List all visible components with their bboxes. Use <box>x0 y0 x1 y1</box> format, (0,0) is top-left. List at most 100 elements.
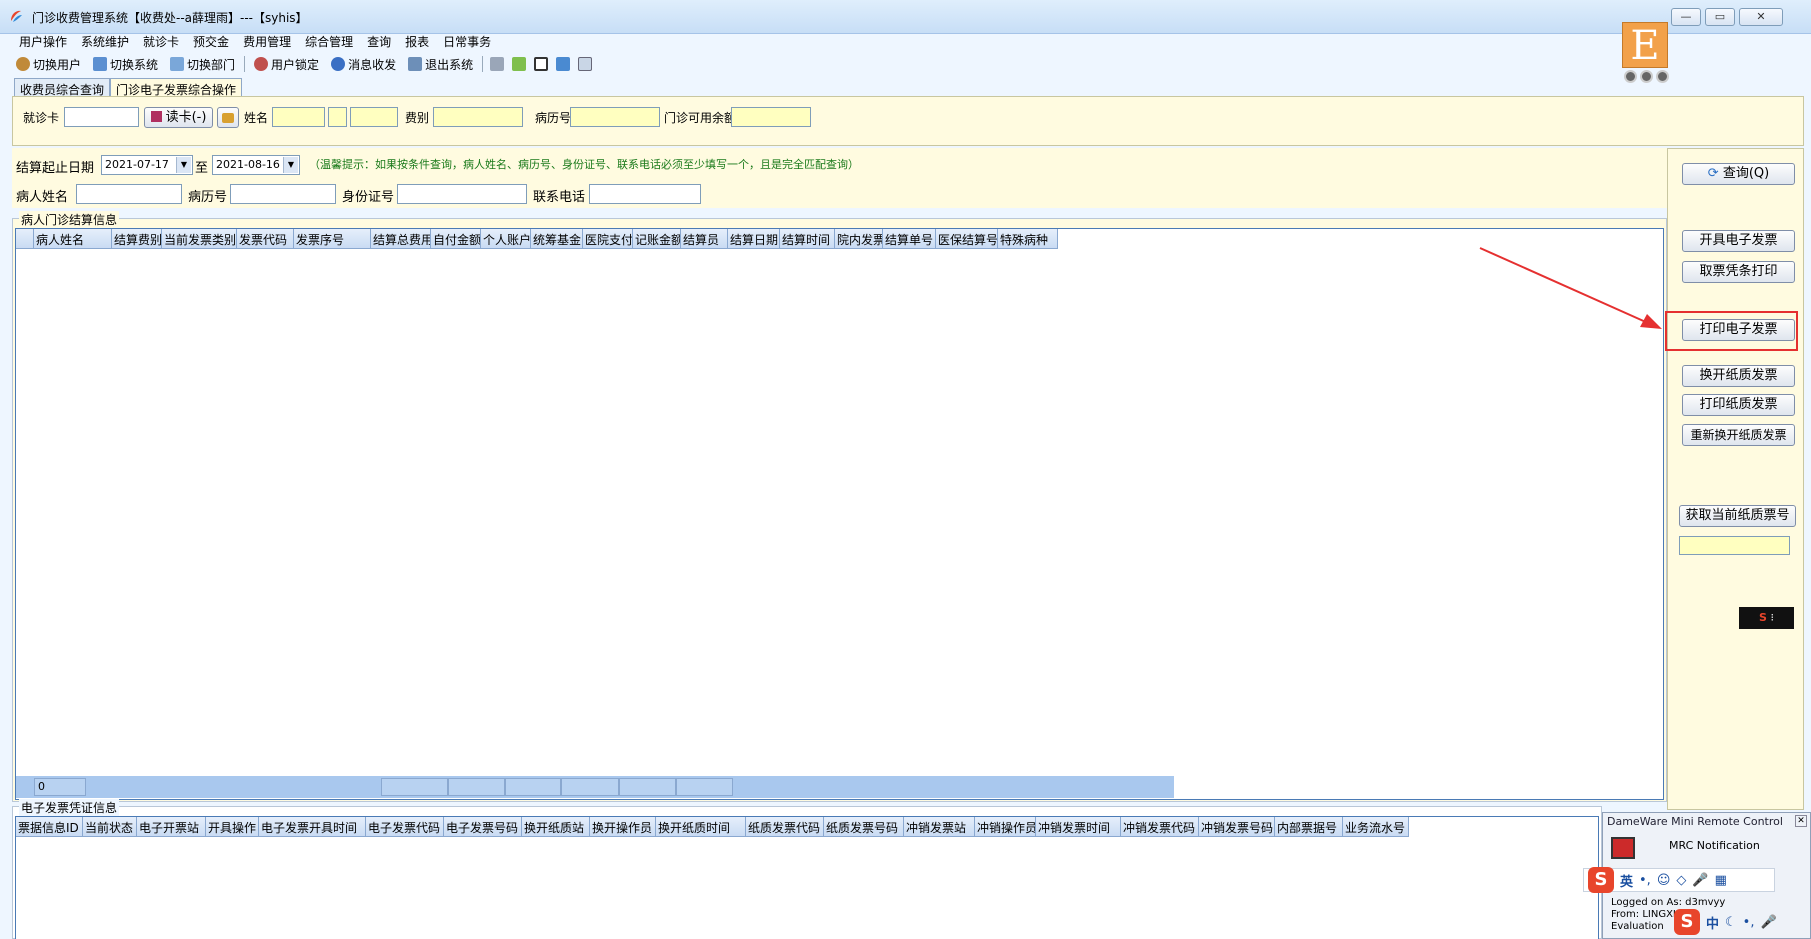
lock-user-button[interactable]: 用户锁定 <box>248 56 325 73</box>
switch-user-button[interactable]: 切换用户 <box>10 56 87 73</box>
einvoice-column-header[interactable]: 开具操作 <box>206 817 259 837</box>
menu-grid-icon[interactable]: ▦ <box>1715 873 1727 888</box>
skin-icon[interactable]: ◇ <box>1676 873 1686 888</box>
settlement-column-header[interactable]: 发票序号 <box>294 229 371 249</box>
settlement-column-header[interactable]: 统筹基金 <box>531 229 583 249</box>
settlement-column-header[interactable]: 发票代码 <box>237 229 294 249</box>
read-card-button[interactable]: 读卡(-) <box>144 107 213 128</box>
paper-no-field[interactable] <box>1679 536 1790 555</box>
einvoice-column-header[interactable]: 换开纸质时间 <box>656 817 746 837</box>
print-paper-button[interactable]: 打印纸质发票 <box>1682 394 1795 416</box>
switch-dept-button[interactable]: 切换部门 <box>164 56 241 73</box>
settlement-column-header[interactable]: 结算员 <box>681 229 728 249</box>
name-input[interactable] <box>272 107 325 127</box>
patient-name-input[interactable] <box>76 184 182 204</box>
mic-icon[interactable]: 🎤 <box>1692 873 1708 888</box>
einvoice-column-header[interactable]: 电子开票站 <box>137 817 206 837</box>
ime-status-toolbar[interactable]: S ⁝ <box>1739 607 1794 629</box>
settlement-column-header[interactable]: 自付金额 <box>431 229 481 249</box>
einvoice-column-header[interactable]: 冲销发票代码 <box>1121 817 1199 837</box>
einvoice-column-header[interactable]: 当前状态 <box>83 817 137 837</box>
emoji-icon[interactable]: ☺ <box>1657 873 1671 888</box>
settlement-column-header[interactable]: 结算总费用 <box>371 229 431 249</box>
menu-deposit[interactable]: 预交金 <box>186 30 236 52</box>
exit-button[interactable]: 退出系统 <box>402 56 479 73</box>
einvoice-grid[interactable]: 票据信息ID 当前状态 电子开票站 开具操作 电子发票开具时间 电子发票代码 电子发票号码换… <box>15 816 1599 939</box>
start-date-picker[interactable]: 2021-07-17 ▼ <box>101 155 193 175</box>
mic-icon[interactable]: 🎤 <box>1760 915 1776 930</box>
punctuation-icon[interactable]: •, <box>1639 873 1651 888</box>
print-voucher-button[interactable]: 取票凭条打印 <box>1682 261 1795 283</box>
chevron-down-icon[interactable]: ▼ <box>176 157 191 173</box>
settlement-column-header[interactable]: 医院支付 <box>583 229 633 249</box>
edit-icon[interactable] <box>490 57 505 71</box>
settlement-grid[interactable]: 病人姓名 结算费别 当前发票类别 发票代码 发票序号 结算总费用 自付金额 个人账户 统筹基金医… <box>15 228 1664 800</box>
settlement-column-header[interactable]: 个人账户 <box>481 229 531 249</box>
sogou-icon[interactable]: S <box>1588 867 1614 893</box>
menu-daily[interactable]: 日常事务 <box>436 30 498 52</box>
gender-input[interactable] <box>328 107 347 127</box>
ime-zh-toggle[interactable]: 中 <box>1706 913 1719 932</box>
settlement-column-header[interactable]: 医保结算号 <box>936 229 998 249</box>
einvoice-column-header[interactable]: 票据信息ID <box>16 817 83 837</box>
end-date-picker[interactable]: 2021-08-16 ▼ <box>212 155 300 175</box>
settlement-column-header[interactable]: 记账金额 <box>633 229 681 249</box>
tool-icon[interactable] <box>512 57 527 71</box>
settlement-column-header[interactable]: 院内发票 <box>835 229 883 249</box>
settlement-column-header[interactable]: 特殊病种 <box>998 229 1058 249</box>
minimize-button[interactable]: — <box>1671 8 1701 26</box>
swap-paper-button[interactable]: 换开纸质发票 <box>1682 365 1795 387</box>
sogou-icon[interactable]: S <box>1674 909 1700 935</box>
settlement-column-header[interactable]: 结算费别 <box>112 229 162 249</box>
issue-einvoice-button[interactable]: 开具电子发票 <box>1682 230 1795 252</box>
card-input[interactable] <box>64 107 139 127</box>
mrc-close-icon[interactable]: ✕ <box>1795 815 1807 827</box>
menu-system[interactable]: 系统维护 <box>74 30 136 52</box>
einvoice-column-header[interactable]: 电子发票代码 <box>366 817 444 837</box>
einvoice-column-header[interactable]: 纸质发票代码 <box>746 817 824 837</box>
menu-user-ops[interactable]: 用户操作 <box>12 30 74 52</box>
menu-query[interactable]: 查询 <box>360 30 398 52</box>
reswap-paper-button[interactable]: 重新换开纸质发票 <box>1682 424 1795 446</box>
menu-card[interactable]: 就诊卡 <box>136 30 186 52</box>
clear-button[interactable] <box>217 107 239 128</box>
close-button[interactable]: ✕ <box>1739 8 1783 26</box>
record-input[interactable] <box>570 107 660 127</box>
einvoice-column-header[interactable]: 冲销发票站 <box>904 817 975 837</box>
phone-input[interactable] <box>589 184 701 204</box>
maximize-button[interactable]: ▭ <box>1705 8 1735 26</box>
settlement-column-header[interactable]: 病人姓名 <box>34 229 112 249</box>
menu-general[interactable]: 综合管理 <box>298 30 360 52</box>
einvoice-column-header[interactable]: 内部票据号 <box>1275 817 1343 837</box>
einvoice-column-header[interactable]: 电子发票开具时间 <box>259 817 366 837</box>
punctuation-icon[interactable]: •, <box>1743 915 1755 930</box>
query-button[interactable]: ⟳ 查询(Q) <box>1682 163 1795 185</box>
chevron-down-icon[interactable]: ▼ <box>283 157 298 173</box>
window-icon[interactable] <box>578 57 593 71</box>
einvoice-column-header[interactable]: 纸质发票号码 <box>824 817 904 837</box>
einvoice-column-header[interactable]: 电子发票号码 <box>444 817 522 837</box>
einvoice-column-header[interactable]: 冲销操作员 <box>975 817 1036 837</box>
age-input[interactable] <box>350 107 398 127</box>
filter-record-input[interactable] <box>230 184 336 204</box>
einvoice-column-header[interactable]: 业务流水号 <box>1343 817 1409 837</box>
einvoice-column-header[interactable]: 冲销发票时间 <box>1036 817 1121 837</box>
halfwidth-icon[interactable]: ☾ <box>1725 915 1737 930</box>
messages-button[interactable]: 消息收发 <box>325 56 402 73</box>
settlement-column-header[interactable]: 结算日期 <box>728 229 780 249</box>
menu-fees[interactable]: 费用管理 <box>236 30 298 52</box>
einvoice-column-header[interactable]: 换开纸质站 <box>522 817 590 837</box>
fee-type-input[interactable] <box>433 107 523 127</box>
id-input[interactable] <box>397 184 527 204</box>
columns-icon[interactable] <box>556 57 571 71</box>
settlement-column-header[interactable]: 结算时间 <box>780 229 835 249</box>
balance-input[interactable] <box>731 107 811 127</box>
settlement-column-header[interactable]: 结算单号 <box>883 229 936 249</box>
checkbox-icon[interactable] <box>534 57 549 71</box>
einvoice-column-header[interactable]: 换开操作员 <box>590 817 656 837</box>
get-paper-no-button[interactable]: 获取当前纸质票号 <box>1679 505 1796 527</box>
switch-system-button[interactable]: 切换系统 <box>87 56 164 73</box>
settlement-column-header[interactable]: 当前发票类别 <box>162 229 237 249</box>
ime-eng-toggle[interactable]: 英 <box>1620 871 1633 890</box>
menu-reports[interactable]: 报表 <box>398 30 436 52</box>
